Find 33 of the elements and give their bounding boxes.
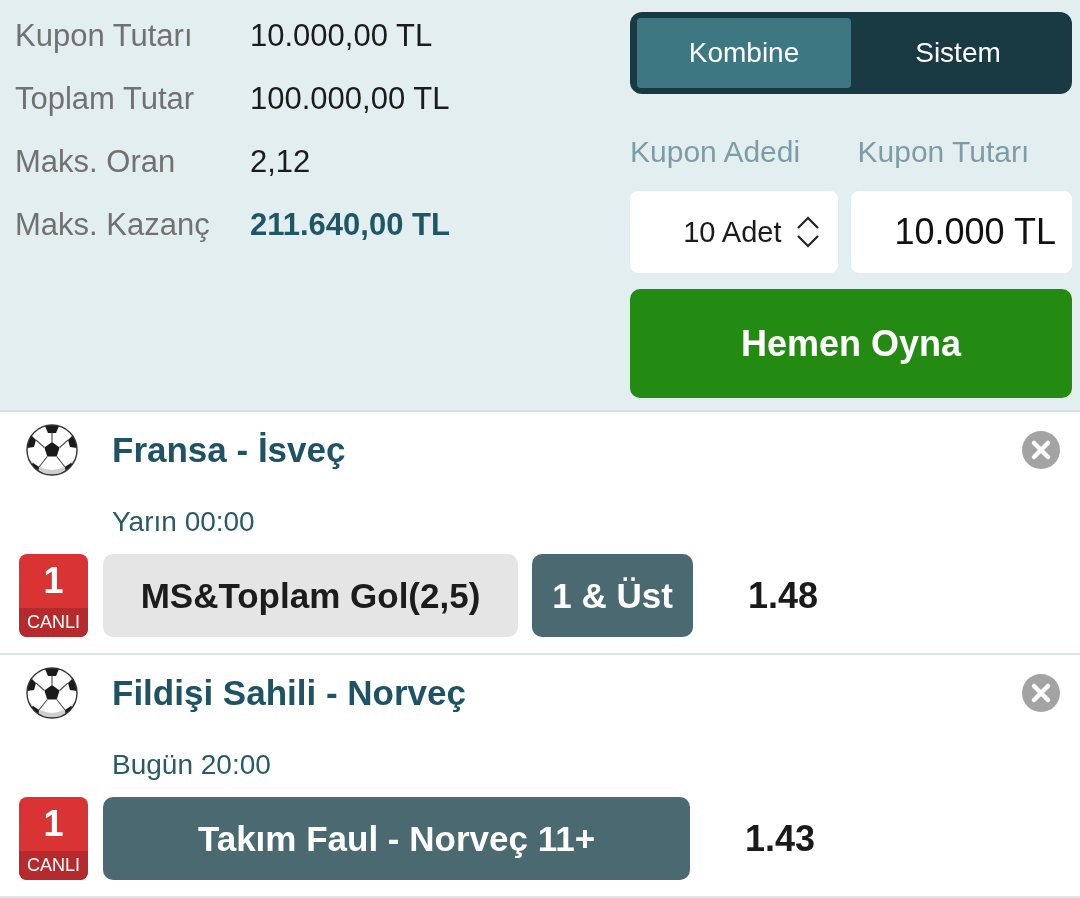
summary-label: Kupon Tutarı — [15, 17, 193, 54]
match-time: Bugün 20:00 — [112, 749, 271, 781]
field-label: Kupon Tutarı — [857, 135, 1031, 169]
badge-number: 1 — [43, 805, 64, 843]
market-chip: MS&Toplam Gol(2,5) — [103, 554, 518, 637]
bet-type-tab[interactable]: Sistem — [851, 18, 1065, 88]
match-time: Yarın 00:00 — [112, 506, 255, 538]
live-label: CANLI — [19, 851, 88, 880]
summary-value: 211.640,00 TL — [250, 206, 450, 243]
summary-label: Toplam Tutar — [15, 80, 195, 117]
match-title: Fildişi Sahili - Norveç — [112, 673, 466, 713]
odds-value: 1.43 — [745, 817, 816, 860]
summary-value: 100.000,00 TL — [250, 80, 450, 117]
summary-label: Maks. Kazanç — [15, 206, 210, 243]
amount-field[interactable]: 10.000 TL — [850, 191, 1072, 273]
count-select[interactable]: 10 Adet — [630, 191, 838, 273]
pick-chip: 1 & Üst — [532, 554, 693, 637]
soccer-ball-icon — [25, 423, 79, 477]
soccer-ball-icon — [25, 666, 79, 720]
summary-label: Maks. Oran — [15, 143, 176, 180]
summary-value: 10.000,00 TL — [250, 17, 433, 54]
bet-type-tab[interactable]: Kombine — [637, 18, 851, 88]
play-button[interactable]: Hemen Oyna — [630, 289, 1072, 398]
field-label: Kupon Adedi — [630, 135, 802, 169]
up-down-chevron-icon — [795, 215, 820, 249]
pick-chip: Takım Faul - Norveç 11+ — [103, 797, 690, 880]
close-icon[interactable] — [1022, 674, 1060, 712]
badge-number: 1 — [43, 562, 64, 600]
close-icon[interactable] — [1022, 431, 1060, 469]
summary-value: 2,12 — [250, 143, 311, 180]
live-label: CANLI — [19, 608, 88, 637]
match-title: Fransa - İsveç — [112, 430, 346, 470]
odds-value: 1.48 — [748, 574, 819, 617]
